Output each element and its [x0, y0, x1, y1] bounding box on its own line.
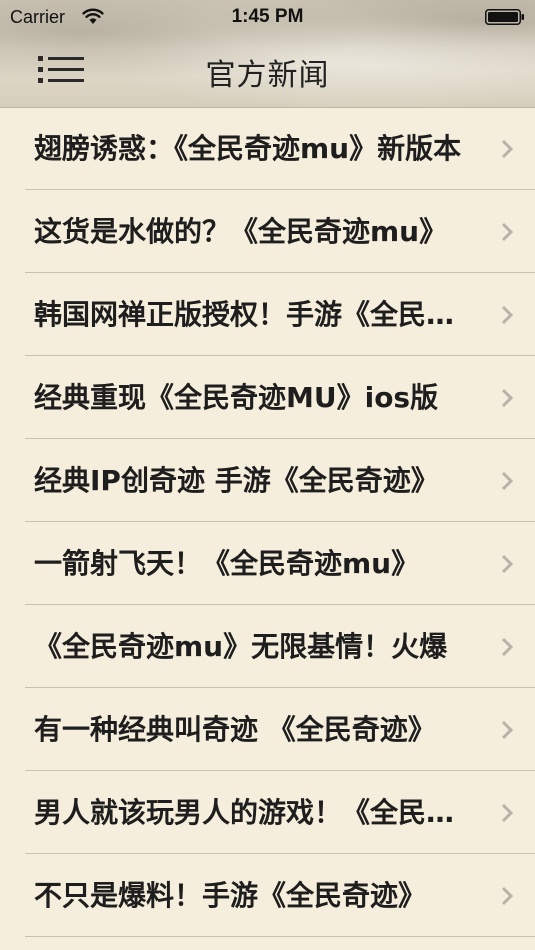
- chevron-right-icon: [501, 471, 513, 491]
- news-item[interactable]: 男人就该玩男人的游戏！《全民奇迹》: [0, 771, 535, 854]
- news-title: 不只是爆料！手游《全民奇迹》: [34, 879, 427, 912]
- chevron-right-icon: [501, 139, 513, 159]
- news-item[interactable]: 经典IP创奇迹 手游《全民奇迹》: [0, 439, 535, 522]
- news-item[interactable]: 经典重现《全民奇迹MU》ios版: [0, 356, 535, 439]
- news-title: 一箭射飞天！《全民奇迹mu》: [34, 547, 420, 580]
- status-time: 1:45 PM: [231, 6, 304, 27]
- battery-icon: [485, 9, 524, 25]
- news-item[interactable]: 有一种经典叫奇迹 《全民奇迹》: [0, 688, 535, 771]
- navigation-header: Carrier 1:45 PM 官方新闻: [0, 0, 535, 108]
- chevron-right-icon: [501, 803, 513, 823]
- news-title: 《全民奇迹mu》无限基情！火爆: [34, 630, 448, 663]
- status-bar: Carrier 1:45 PM: [0, 0, 535, 34]
- news-item[interactable]: 翅膀诱惑：《全民奇迹mu》新版本: [0, 107, 535, 190]
- news-title: 翅膀诱惑：《全民奇迹mu》新版本: [34, 132, 462, 165]
- news-list: 翅膀诱惑：《全民奇迹mu》新版本 这货是水做的？《全民奇迹mu》 韩国网禅正版授…: [0, 107, 535, 937]
- news-title: 韩国网禅正版授权！手游《全民奇迹》: [34, 298, 482, 331]
- chevron-right-icon: [501, 720, 513, 740]
- news-item[interactable]: 一箭射飞天！《全民奇迹mu》: [0, 522, 535, 605]
- news-title: 有一种经典叫奇迹 《全民奇迹》: [34, 713, 436, 746]
- news-item[interactable]: 韩国网禅正版授权！手游《全民奇迹》: [0, 273, 535, 356]
- news-item[interactable]: 这货是水做的？《全民奇迹mu》: [0, 190, 535, 273]
- news-item[interactable]: 《全民奇迹mu》无限基情！火爆: [0, 605, 535, 688]
- chevron-right-icon: [501, 554, 513, 574]
- page-title: 官方新闻: [205, 58, 330, 93]
- news-title: 男人就该玩男人的游戏！《全民奇迹》: [34, 796, 482, 829]
- news-item[interactable]: 不只是爆料！手游《全民奇迹》: [0, 854, 535, 937]
- news-title: 这货是水做的？《全民奇迹mu》: [34, 215, 448, 248]
- chevron-right-icon: [501, 637, 513, 657]
- news-title: 经典IP创奇迹 手游《全民奇迹》: [34, 464, 439, 497]
- chevron-right-icon: [501, 388, 513, 408]
- chevron-right-icon: [501, 305, 513, 325]
- chevron-right-icon: [501, 222, 513, 242]
- chevron-right-icon: [501, 886, 513, 906]
- news-title: 经典重现《全民奇迹MU》ios版: [34, 381, 439, 414]
